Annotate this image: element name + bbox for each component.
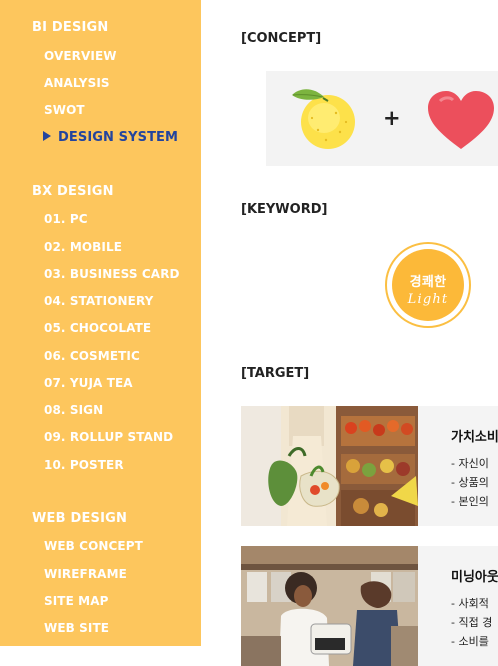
- nav-item-design-system[interactable]: DESIGN SYSTEM: [43, 130, 179, 145]
- concept-heading: [CONCEPT]: [241, 31, 322, 46]
- target-card-line: - 상품의: [451, 476, 489, 489]
- nav-item-mobile[interactable]: 02. MOBILE: [44, 240, 122, 254]
- concept-panel: +: [266, 71, 498, 166]
- heart-icon: [428, 91, 494, 149]
- target-photo-vegetable-shopper: [241, 406, 418, 526]
- triangle-right-icon: [43, 131, 51, 141]
- target-card: 미닝아웃 - 사회적 - 직접 경 - 소비를: [241, 546, 498, 666]
- target-card-line: - 자신이: [451, 457, 489, 470]
- nav-section-bi-design: BI DESIGN: [32, 20, 109, 35]
- yuja-icon: [292, 89, 355, 149]
- nav-item-cosmetic[interactable]: 06. COSMETIC: [44, 349, 140, 363]
- nav-item-overview[interactable]: OVERVIEW: [44, 49, 117, 63]
- target-card-line: - 사회적: [451, 597, 489, 610]
- keyword-heading: [KEYWORD]: [241, 202, 328, 217]
- target-photo-refill-store: [241, 546, 418, 666]
- nav-item-web-concept[interactable]: WEB CONCEPT: [44, 539, 143, 553]
- nav-item-pc[interactable]: 01. PC: [44, 212, 88, 226]
- keyword-badge-inner: 경쾌한 Light: [392, 249, 464, 321]
- nav-item-wireframe[interactable]: WIREFRAME: [44, 567, 127, 581]
- nav-item-swot[interactable]: SWOT: [44, 103, 85, 117]
- target-card: 가치소비 - 자신이 - 상품의 - 본인의: [241, 406, 498, 526]
- target-card-title: 가치소비: [451, 430, 498, 445]
- main-content: [CONCEPT] + [KEYWORD] 경쾌한 Light [TARGET]: [201, 0, 498, 666]
- target-heading: [TARGET]: [241, 366, 310, 381]
- nav-item-business-card[interactable]: 03. BUSINESS CARD: [44, 267, 180, 281]
- nav-item-design-system-label: DESIGN SYSTEM: [58, 130, 179, 145]
- keyword-badge-english: Light: [407, 292, 449, 307]
- target-card-line: - 직접 경: [451, 616, 493, 629]
- sidebar-nav: BI DESIGN OVERVIEW ANALYSIS SWOT DESIGN …: [0, 0, 201, 646]
- nav-item-analysis[interactable]: ANALYSIS: [44, 76, 110, 90]
- nav-item-chocolate[interactable]: 05. CHOCOLATE: [44, 321, 151, 335]
- keyword-badge-korean: 경쾌한: [409, 275, 447, 290]
- nav-item-site-map[interactable]: SITE MAP: [44, 594, 109, 608]
- nav-section-bx-design: BX DESIGN: [32, 184, 114, 199]
- plus-sign: +: [383, 106, 401, 130]
- nav-section-web-design: WEB DESIGN: [32, 511, 128, 526]
- nav-item-sign[interactable]: 08. SIGN: [44, 403, 103, 417]
- target-card-lines: - 사회적 - 직접 경 - 소비를: [451, 594, 492, 651]
- nav-item-web-site[interactable]: WEB SITE: [44, 621, 109, 635]
- nav-item-stationery[interactable]: 04. STATIONERY: [44, 294, 153, 308]
- nav-item-rollup-stand[interactable]: 09. ROLLUP STAND: [44, 430, 173, 444]
- target-card-line: - 본인의: [451, 495, 489, 508]
- target-card-title: 미닝아웃: [451, 570, 498, 585]
- keyword-badge: 경쾌한 Light: [385, 242, 471, 328]
- target-card-lines: - 자신이 - 상품의 - 본인의: [451, 454, 489, 511]
- target-card-line: - 소비를: [451, 635, 489, 648]
- nav-item-poster[interactable]: 10. POSTER: [44, 458, 124, 472]
- nav-item-yuja-tea[interactable]: 07. YUJA TEA: [44, 376, 133, 390]
